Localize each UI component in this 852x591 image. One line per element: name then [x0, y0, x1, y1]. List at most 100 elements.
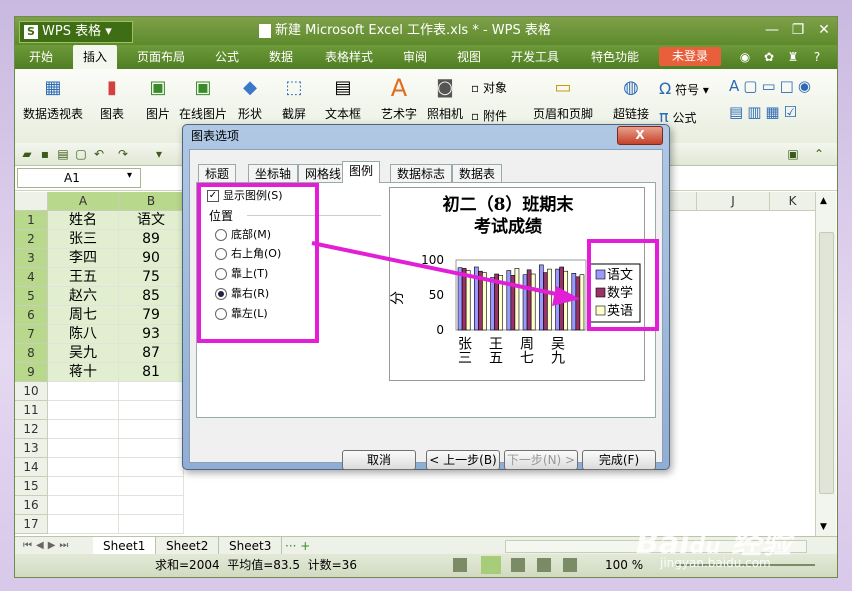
normal-view-icon[interactable] [453, 558, 467, 572]
tab-data-table[interactable]: 数据表 [452, 164, 503, 183]
page-break-icon[interactable] [511, 558, 525, 572]
preview-icon[interactable]: ▢ [73, 146, 89, 162]
menu-developer[interactable]: 开发工具 [501, 45, 569, 69]
row-header-15[interactable]: 15 [15, 477, 48, 496]
chart-button[interactable]: ▮ 图表 [99, 73, 125, 133]
cell[interactable] [119, 458, 184, 477]
check-icon[interactable]: ☑ [784, 103, 801, 121]
tab-data-labels[interactable]: 数据标志 [390, 164, 453, 183]
close-icon[interactable]: ✕ [811, 19, 837, 41]
frame-icon[interactable]: ▢ [743, 77, 761, 95]
menu-features[interactable]: 特色功能 [581, 45, 649, 69]
row-header-9[interactable]: 9 [15, 363, 48, 382]
cell[interactable] [119, 420, 184, 439]
prev-button[interactable]: < 上一步(B) [426, 450, 500, 470]
row-header-2[interactable]: 2 [15, 230, 48, 249]
open-icon[interactable]: ▰ [19, 146, 35, 162]
cell[interactable] [48, 458, 119, 477]
picture-button[interactable]: ▣ 图片 [145, 73, 171, 133]
cell[interactable]: 语文 [119, 211, 184, 230]
tab-legend[interactable]: 图例 [342, 161, 381, 183]
menu-table-style[interactable]: 表格样式 [315, 45, 383, 69]
add-sheet-icon[interactable]: ··· + [285, 537, 310, 555]
shirt-icon[interactable]: ♜ [785, 49, 801, 65]
cell[interactable]: 陈八 [48, 325, 119, 344]
cell[interactable]: 75 [119, 268, 184, 287]
undo-icon[interactable]: ↶ [91, 146, 107, 162]
cell[interactable] [119, 439, 184, 458]
cell[interactable]: 89 [119, 230, 184, 249]
row-header-7[interactable]: 7 [15, 325, 48, 344]
row-header-8[interactable]: 8 [15, 344, 48, 363]
save-icon[interactable]: ▪ [37, 146, 53, 162]
column-header-j[interactable]: J [697, 192, 770, 211]
cell[interactable]: 87 [119, 344, 184, 363]
cell[interactable] [48, 515, 119, 534]
dialog-close-button[interactable]: X [617, 126, 663, 145]
row-header-1[interactable]: 1 [15, 211, 48, 230]
symbol-button[interactable]: Ω 符号 ▾ [659, 79, 709, 98]
row-header-16[interactable]: 16 [15, 496, 48, 515]
wps-menu-button[interactable]: S WPS 表格 ▾ [19, 21, 133, 43]
text-a-icon[interactable]: A [729, 77, 743, 95]
menu-page-layout[interactable]: 页面布局 [127, 45, 195, 69]
page-layout-icon[interactable] [481, 556, 501, 574]
table-icon[interactable]: ▥ [747, 103, 765, 121]
column-header-b[interactable]: B [119, 192, 184, 211]
row-header-5[interactable]: 5 [15, 287, 48, 306]
row-header-12[interactable]: 12 [15, 420, 48, 439]
row-header-17[interactable]: 17 [15, 515, 48, 534]
cell[interactable] [48, 439, 119, 458]
menu-insert[interactable]: 插入 [73, 45, 118, 69]
cell[interactable]: 79 [119, 306, 184, 325]
pane-icon[interactable]: ▣ [785, 146, 801, 162]
collapse-icon[interactable]: ⌃ [811, 146, 827, 162]
help-icon[interactable]: ? [809, 49, 825, 65]
cell[interactable]: 93 [119, 325, 184, 344]
pivot-table-button[interactable]: ▦ 数据透视表 [23, 73, 83, 133]
redo-icon[interactable]: ↷ [115, 146, 131, 162]
cell[interactable] [119, 515, 184, 534]
cell[interactable]: 90 [119, 249, 184, 268]
row-header-4[interactable]: 4 [15, 268, 48, 287]
column-header-k[interactable]: K [770, 192, 816, 211]
cell[interactable]: 85 [119, 287, 184, 306]
cell[interactable] [48, 496, 119, 515]
sheet-tab-2[interactable]: Sheet2 [156, 537, 220, 555]
object-button[interactable]: ▫ 对象 [471, 79, 507, 96]
row-header-10[interactable]: 10 [15, 382, 48, 401]
menu-review[interactable]: 审阅 [393, 45, 437, 69]
cancel-button[interactable]: 取消 [342, 450, 416, 470]
scroll-down-icon[interactable]: ▼ [820, 522, 827, 532]
column-header-a[interactable]: A [48, 192, 119, 211]
radio-icon[interactable]: ◉ [798, 77, 815, 95]
cell[interactable] [48, 477, 119, 496]
dropdown-icon[interactable]: ▾ [151, 146, 167, 162]
finish-button[interactable]: 完成(F) [582, 450, 656, 470]
tab-gridlines[interactable]: 网格线 [298, 164, 349, 183]
next-button[interactable]: 下一步(N) > [504, 450, 578, 470]
row-header-14[interactable]: 14 [15, 458, 48, 477]
row-header-13[interactable]: 13 [15, 439, 48, 458]
row-header-11[interactable]: 11 [15, 401, 48, 420]
attachment-button[interactable]: ▫ 附件 [471, 107, 507, 124]
cell[interactable]: 姓名 [48, 211, 119, 230]
cell[interactable] [48, 382, 119, 401]
row-header-3[interactable]: 3 [15, 249, 48, 268]
menu-data[interactable]: 数据 [259, 45, 303, 69]
scroll-up-icon[interactable]: ▲ [820, 196, 827, 206]
login-button[interactable]: 未登录 [659, 47, 721, 66]
name-box-dropdown-icon[interactable]: ▾ [127, 170, 132, 181]
cell[interactable] [119, 401, 184, 420]
cell[interactable] [119, 496, 184, 515]
cell[interactable]: 吴九 [48, 344, 119, 363]
rect-icon[interactable]: ▭ [761, 77, 779, 95]
cell[interactable]: 张三 [48, 230, 119, 249]
vertical-scrollbar[interactable]: ▲ ▼ [815, 192, 836, 537]
cell[interactable]: 蒋十 [48, 363, 119, 382]
cell[interactable] [119, 382, 184, 401]
menu-formula[interactable]: 公式 [205, 45, 249, 69]
list-icon[interactable]: ▤ [729, 103, 747, 121]
cell[interactable]: 周七 [48, 306, 119, 325]
cell[interactable]: 赵六 [48, 287, 119, 306]
